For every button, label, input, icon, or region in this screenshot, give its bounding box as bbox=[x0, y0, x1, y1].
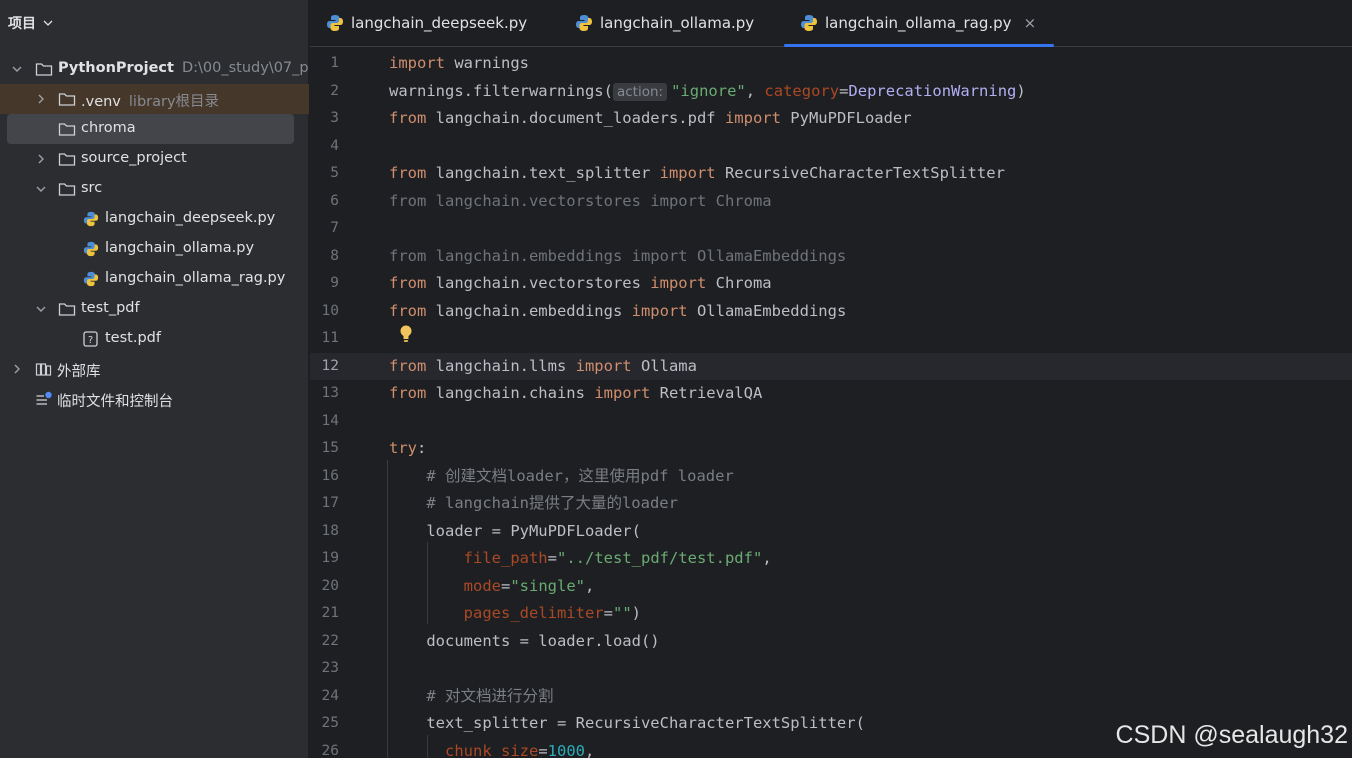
folder-icon bbox=[35, 63, 53, 76]
tab-label: langchain_ollama.py bbox=[600, 14, 755, 32]
tree-item-path-hint: D:\00_study\07_py bbox=[181, 60, 309, 76]
code-line: 5 from langchain.text_splitter import Rec… bbox=[330, 164, 1005, 182]
tree-item-hint: library根目录 bbox=[128, 94, 220, 110]
code-line: 10 from langchain.embeddings import Ollam… bbox=[321, 301, 847, 320]
lightbulb-icon[interactable] bbox=[398, 324, 414, 344]
code-line: 16 # 创建文档loader，这里使用pdf loader bbox=[321, 466, 734, 485]
tree-item-langchain-deepseek[interactable]: langchain_deepseek.py bbox=[0, 204, 309, 234]
code-line: 7 bbox=[330, 220, 339, 236]
code-line: 1 import warnings bbox=[330, 54, 529, 72]
tab-langchain-deepseek[interactable]: langchain_deepseek.py bbox=[326, 0, 527, 46]
tree-item-label: 外部库 bbox=[57, 364, 101, 380]
tree-item-scratches[interactable]: 临时文件和控制台 bbox=[0, 384, 309, 414]
tree-item-label: .venv bbox=[81, 94, 121, 110]
tree-item-label: source_project bbox=[81, 150, 187, 166]
chevron-down-icon[interactable] bbox=[10, 62, 24, 76]
chevron-down-icon[interactable] bbox=[34, 302, 48, 316]
inlay-parameter-hint: action: bbox=[612, 82, 668, 101]
chevron-down-icon[interactable] bbox=[42, 17, 54, 29]
unknown-file-icon: ? bbox=[83, 331, 98, 347]
tree-item-label: test_pdf bbox=[81, 300, 140, 316]
python-file-icon bbox=[576, 15, 592, 31]
code-line: 4 bbox=[330, 137, 339, 154]
python-file-icon bbox=[327, 15, 343, 31]
tree-item-chroma[interactable]: chroma bbox=[7, 114, 294, 144]
folder-icon bbox=[58, 93, 76, 106]
tree-item-langchain-ollama-rag[interactable]: langchain_ollama_rag.py bbox=[0, 264, 309, 294]
chevron-right-icon[interactable] bbox=[10, 362, 24, 376]
tree-item-test-pdf-file[interactable]: ? test.pdf bbox=[0, 324, 309, 354]
code-line: 21 pages_delimiter="") bbox=[321, 604, 641, 622]
code-line: 19 file_path="../test_pdf/test.pdf", bbox=[321, 549, 772, 567]
python-file-icon bbox=[83, 241, 99, 257]
code-line: 2 warnings.filterwarnings(action: "ignore"… bbox=[330, 81, 1026, 101]
chevron-down-icon[interactable] bbox=[34, 182, 48, 196]
python-file-icon bbox=[83, 211, 99, 227]
folder-icon bbox=[58, 123, 76, 136]
code-line: 11 bbox=[321, 330, 339, 346]
tab-langchain-ollama-rag[interactable]: langchain_ollama_rag.py × bbox=[784, 0, 1055, 47]
folder-icon bbox=[58, 153, 76, 166]
tree-item-langchain-ollama[interactable]: langchain_ollama.py bbox=[0, 234, 309, 264]
project-panel-title: 项目 bbox=[8, 16, 36, 32]
tab-label: langchain_ollama_rag.py bbox=[825, 14, 1012, 32]
library-icon bbox=[35, 363, 52, 376]
tree-item-label: 临时文件和控制台 bbox=[57, 394, 173, 410]
project-panel: 项目 PythonProject D:\00_study\07_py .venv l… bbox=[0, 0, 309, 758]
tree-item-label: langchain_deepseek.py bbox=[105, 210, 276, 226]
code-line: 23 bbox=[321, 660, 339, 676]
python-file-icon bbox=[801, 15, 817, 31]
code-line-current: 12 from langchain.llms import Ollama bbox=[310, 352, 1352, 380]
scratches-icon bbox=[36, 391, 52, 405]
project-panel-header[interactable]: 项目 bbox=[0, 0, 308, 46]
code-line: 9 from langchain.vectorstores import Chro… bbox=[330, 274, 772, 292]
tree-item-label: langchain_ollama_rag.py bbox=[105, 270, 286, 286]
tree-item-label: src bbox=[81, 180, 103, 196]
chevron-right-icon[interactable] bbox=[34, 152, 48, 166]
code-line: 6 from langchain.vectorstores import Chro… bbox=[330, 191, 772, 210]
code-editor[interactable]: 1 import warnings 2 warnings.filterwarning… bbox=[310, 48, 1352, 758]
code-line: 3 from langchain.document_loaders.pdf imp… bbox=[330, 109, 912, 127]
tree-item-pythonproject[interactable]: PythonProject D:\00_study\07_py bbox=[0, 54, 309, 84]
code-line: 15 try: bbox=[321, 439, 427, 457]
tree-item-label: chroma bbox=[81, 120, 136, 136]
code-line: 22 documents = loader.load() bbox=[321, 631, 660, 650]
watermark: CSDN @sealaugh32 bbox=[1115, 721, 1348, 749]
folder-icon bbox=[58, 303, 76, 316]
tree-item-label: test.pdf bbox=[105, 330, 161, 346]
code-line: 17 # langchain提供了大量的loader bbox=[321, 494, 678, 512]
tree-item-venv[interactable]: .venv library根目录 bbox=[0, 84, 309, 114]
folder-icon bbox=[58, 183, 76, 196]
tree-item-label: PythonProject bbox=[58, 60, 174, 76]
chevron-right-icon[interactable] bbox=[34, 92, 48, 106]
tab-label: langchain_deepseek.py bbox=[351, 14, 528, 32]
code-line: 18 loader = PyMuPDFLoader( bbox=[321, 521, 641, 540]
tree-item-source-project[interactable]: source_project bbox=[0, 144, 309, 174]
tree-item-label: langchain_ollama.py bbox=[105, 240, 255, 256]
code-line: 8 from langchain.embeddings import Ollama… bbox=[330, 246, 847, 265]
project-tree: PythonProject D:\00_study\07_py .venv libr… bbox=[0, 54, 309, 414]
tree-item-src[interactable]: src bbox=[0, 174, 309, 204]
tab-langchain-ollama[interactable]: langchain_ollama.py bbox=[575, 0, 754, 46]
code-line: 20 mode="single", bbox=[321, 576, 595, 595]
tree-item-external-libraries[interactable]: 外部库 bbox=[0, 354, 309, 384]
tree-item-test-pdf-folder[interactable]: test_pdf bbox=[0, 294, 309, 324]
code-line: 13 from langchain.chains import Retrieval… bbox=[321, 384, 763, 402]
code-line: 14 bbox=[321, 412, 339, 429]
editor-tab-bar: langchain_deepseek.py langchain_ollama.p… bbox=[310, 0, 1352, 47]
code-line: 24 # 对文档进行分割 bbox=[321, 686, 554, 705]
svg-text:?: ? bbox=[88, 335, 93, 346]
python-file-icon bbox=[83, 271, 99, 287]
close-tab-icon[interactable]: × bbox=[1024, 14, 1037, 32]
